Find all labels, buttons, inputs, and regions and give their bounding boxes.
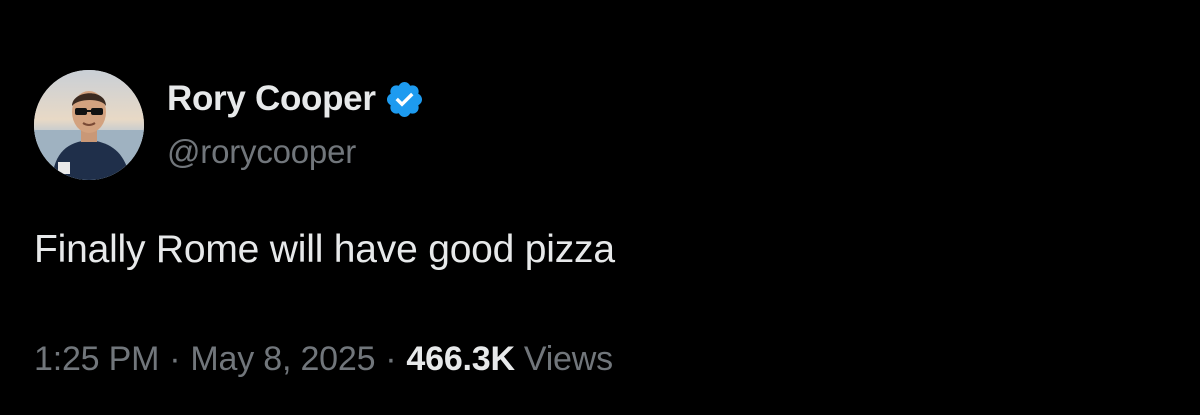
tweet-card: Rory Cooper @rorycooper Finally Rome wil… — [0, 0, 1200, 415]
meta-separator: · — [385, 340, 397, 378]
author-handle[interactable]: @rorycooper — [167, 133, 356, 171]
avatar[interactable] — [34, 70, 144, 180]
profile-photo-icon — [34, 70, 144, 180]
verified-badge-icon[interactable] — [384, 79, 425, 120]
display-name[interactable]: Rory Cooper — [167, 79, 376, 119]
meta-separator: · — [169, 340, 181, 378]
tweet-date[interactable]: May 8, 2025 — [190, 340, 375, 379]
tweet-meta: 1:25 PM · May 8, 2025 · 466.3K Views — [34, 340, 613, 379]
tweet-time[interactable]: 1:25 PM — [34, 340, 159, 379]
views-label: Views — [523, 340, 613, 378]
author-name-row: Rory Cooper — [167, 77, 425, 121]
views-count[interactable]: 466.3K — [406, 340, 515, 379]
tweet-text: Finally Rome will have good pizza — [34, 228, 615, 271]
